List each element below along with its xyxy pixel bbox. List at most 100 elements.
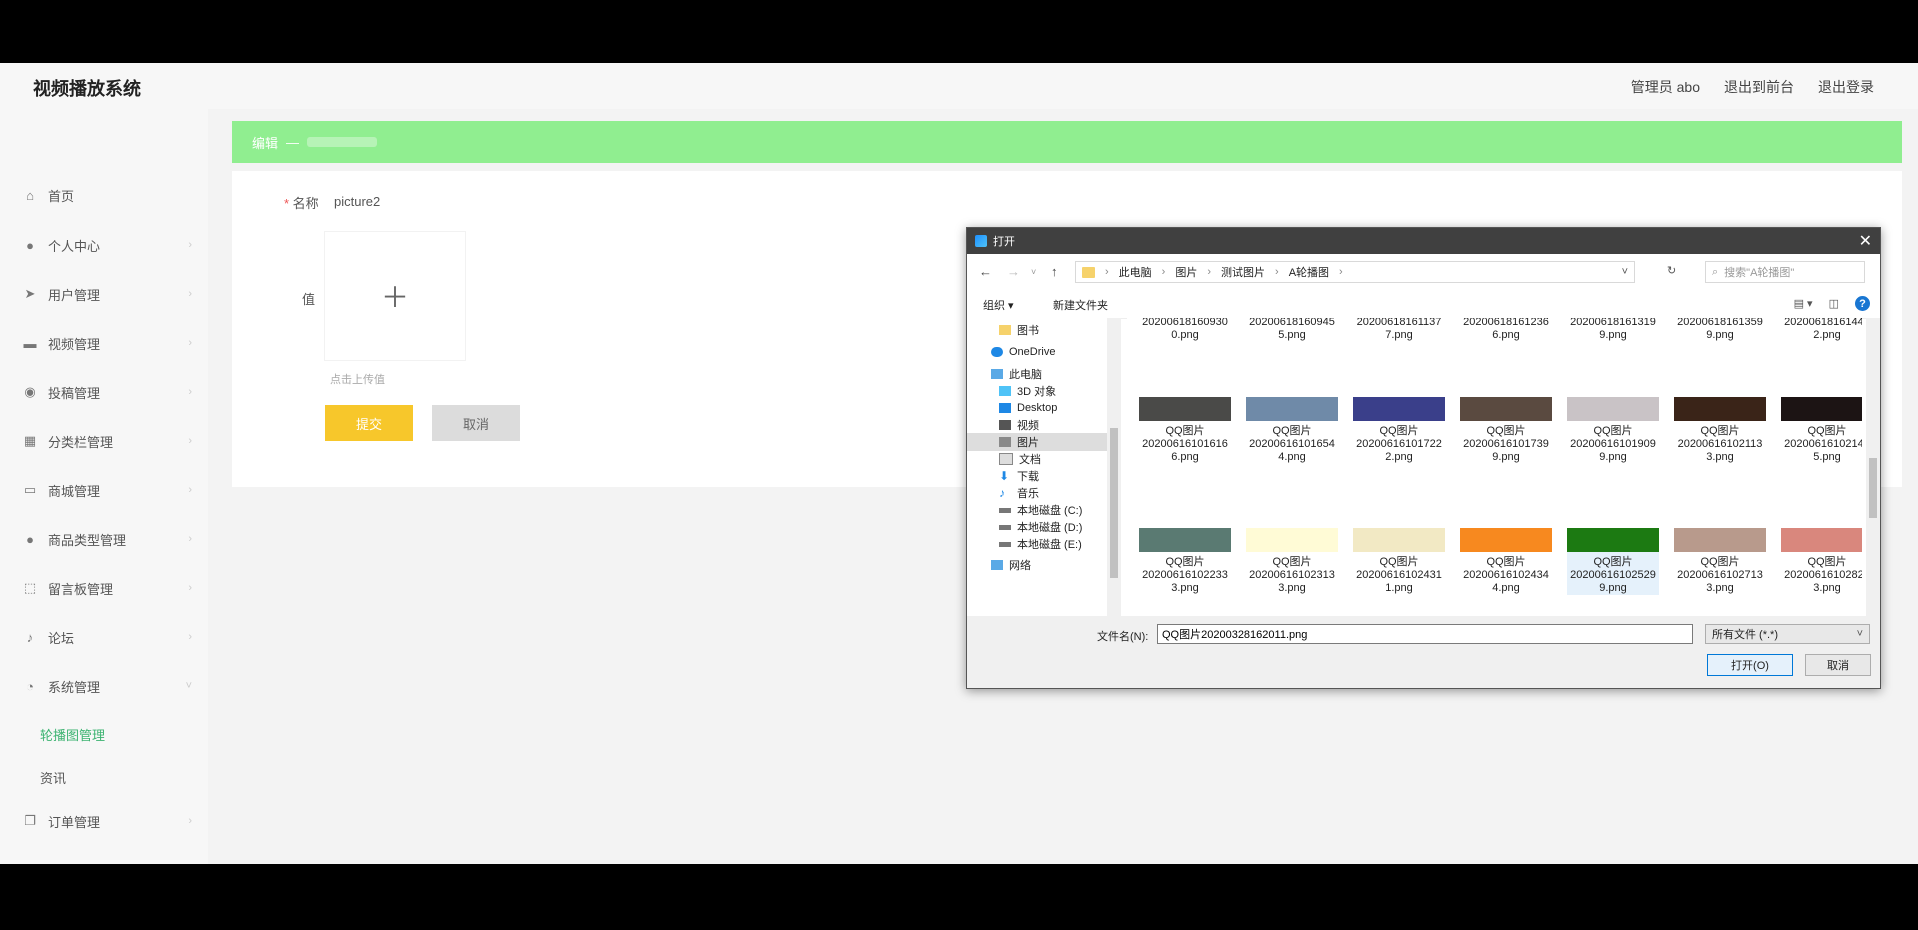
tree-item-downloads[interactable]: ⬇ 下载 [999,467,1039,485]
frame-icon: ⬚ [23,580,37,595]
search-icon: ⌕ [1712,265,1719,278]
search-box[interactable]: ⌕ 搜索"A轮播图" [1705,261,1865,283]
file-item[interactable]: 20200618160930 0.png [1139,318,1231,342]
network-icon [991,560,1003,570]
file-thumbnail [1246,397,1338,421]
path-segment[interactable]: A轮播图 [1289,264,1329,280]
file-grid: 20200618160930 0.png 20200618160945 5.png … [1127,318,1862,616]
file-item[interactable]: 20200618161319 9.png [1567,318,1659,342]
admin-user-link[interactable]: 管理员 abo [1631,77,1700,97]
file-item[interactable]: QQ图片 20200616101739 9.png [1460,397,1552,464]
tree-item-drive-c[interactable]: 本地磁盘 (C:) [999,501,1082,519]
file-item[interactable]: QQ图片 20200616102823 3.png [1781,528,1862,595]
file-item[interactable]: QQ图片 20200616101654 4.png [1246,397,1338,464]
tree-scrollbar[interactable] [1107,318,1121,616]
sidebar-subitem-news[interactable]: 资讯 [40,768,66,787]
file-item[interactable]: QQ图片 20200616102313 3.png [1246,528,1338,595]
app-icon [975,235,987,247]
picture-icon [999,437,1011,447]
recent-dropdown-icon[interactable]: ˅ [1031,267,1036,277]
home-icon: ⌂ [26,187,34,203]
file-item[interactable]: QQ图片 20200616102434 4.png [1460,528,1552,595]
sidebar-item-categories[interactable]: ▦ 分类栏管理 › [22,427,192,455]
up-arrow-icon[interactable]: ↑ [1051,264,1058,279]
tree-item-network[interactable]: 网络 [991,556,1031,574]
new-folder-button[interactable]: 新建文件夹 [1053,297,1108,313]
file-item[interactable]: 20200618161442 2.png [1781,318,1862,342]
back-arrow-icon[interactable]: ← [979,264,992,279]
tree-item-music[interactable]: ♪ 音乐 [999,484,1039,502]
tree-item-documents[interactable]: 文档 [999,450,1041,468]
file-item[interactable]: QQ图片 20200616102713 3.png [1674,528,1766,595]
path-segment[interactable]: 此电脑 [1119,264,1152,280]
view-options-icon[interactable]: ▤ ▾ [1794,297,1813,310]
refresh-icon[interactable]: ↻ [1667,264,1676,277]
file-item[interactable]: QQ图片 20200616102431 1.png [1353,528,1445,595]
sidebar-item-users[interactable]: ➤ 用户管理 › [22,280,192,308]
file-item-hovered[interactable]: QQ图片 20200616102529 9.png [1567,528,1659,595]
file-item[interactable]: 20200618161137 7.png [1353,318,1445,342]
monitor-icon: ▬ [23,335,37,351]
address-path[interactable]: › 此电脑 › 图片 › 测试图片 › A轮播图 › ˅ [1075,261,1635,283]
dialog-titlebar: 打开 ✕ [967,228,1880,254]
tree-item-onedrive[interactable]: OneDrive [991,343,1055,361]
tree-item-drive-e[interactable]: 本地磁盘 (E:) [999,535,1082,553]
file-item[interactable]: QQ图片 20200616101909 9.png [1567,397,1659,464]
cube-icon [999,386,1011,396]
logout-link[interactable]: 退出登录 [1818,77,1874,97]
file-grid-scrollbar[interactable] [1866,318,1880,616]
open-button[interactable]: 打开(O) [1707,654,1793,676]
help-icon[interactable]: ? [1855,296,1870,311]
sidebar-item-forum[interactable]: ♪ 论坛 › [22,623,192,651]
file-item[interactable]: QQ图片 20200616102113 3.png [1674,397,1766,464]
file-item[interactable]: QQ图片 20200616101616 6.png [1139,397,1231,464]
file-item[interactable]: QQ图片 20200616102233 3.png [1139,528,1231,595]
file-thumbnail [1674,397,1766,421]
cancel-button[interactable]: 取消 [432,405,520,441]
file-item[interactable]: 20200618161359 9.png [1674,318,1766,342]
sidebar-subitem-carousel[interactable]: 轮播图管理 [40,725,105,744]
tree-item-this-pc[interactable]: 此电脑 [991,365,1042,383]
plus-icon: ＋ [380,282,409,313]
close-icon[interactable]: ✕ [1859,231,1872,251]
filetype-select[interactable]: 所有文件 (*.*) ˅ [1705,624,1870,644]
submit-button[interactable]: 提交 [325,405,413,441]
sidebar: ⌂ 首页 ● 个人中心 › ➤ 用户管理 › ▬ 视频管理 › ◉ 投稿管理 › ▦ 分类栏管理 › … [0,109,208,864]
file-item[interactable]: 20200618161236 6.png [1460,318,1552,342]
file-open-dialog: 打开 ✕ ← → ˅ ↑ › 此电脑 › 图片 › 测试图片 › A轮播图 › … [966,227,1881,689]
path-segment[interactable]: 测试图片 [1221,264,1265,280]
file-item[interactable]: QQ图片 20200616101722 2.png [1353,397,1445,464]
path-dropdown-icon[interactable]: ˅ [1622,266,1628,278]
tree-item-drive-d[interactable]: 本地磁盘 (D:) [999,518,1082,536]
file-thumbnail [1781,528,1862,552]
sidebar-item-message-board[interactable]: ⬚ 留言板管理 › [22,574,192,602]
forward-arrow-icon[interactable]: → [1007,264,1020,279]
sidebar-item-personal[interactable]: ● 个人中心 › [22,231,192,259]
preview-pane-icon[interactable]: ◫ [1829,297,1839,310]
tree-item-desktop[interactable]: Desktop [999,399,1057,417]
sidebar-item-orders[interactable]: ❐ 订单管理 › [22,807,192,835]
breadcrumb-first[interactable]: 编辑 [252,133,278,152]
document-icon [999,453,1013,465]
organize-button[interactable]: 组织 ▾ [983,297,1014,313]
sidebar-item-videos[interactable]: ▬ 视频管理 › [22,329,193,357]
filename-input[interactable] [1157,624,1693,644]
sidebar-item-submissions[interactable]: ◉ 投稿管理 › [22,378,192,406]
dialog-cancel-button[interactable]: 取消 [1805,654,1871,676]
navigation-tree: 图书 OneDrive 此电脑 3D 对象 Desktop 视频 图片 文档 ⬇… [967,318,1107,616]
path-segment[interactable]: 图片 [1175,264,1197,280]
exit-to-frontend-link[interactable]: 退出到前台 [1724,77,1794,97]
tree-item-pictures[interactable]: 图片 [967,433,1107,451]
sidebar-item-home[interactable]: ⌂ 首页 [22,181,192,209]
name-input[interactable] [324,185,914,217]
image-uploader[interactable]: ＋ [324,231,466,361]
tree-item-3d-objects[interactable]: 3D 对象 [999,382,1056,400]
file-item[interactable]: QQ图片 20200616102145 5.png [1781,397,1862,464]
file-item[interactable]: 20200618160945 5.png [1246,318,1338,342]
tree-item-videos[interactable]: 视频 [999,416,1039,434]
folder-icon [999,325,1011,335]
tree-item-books[interactable]: 图书 [999,321,1039,339]
sidebar-item-product-types[interactable]: ● 商品类型管理 › [22,525,192,553]
sidebar-item-system[interactable]: ◔ 系统管理 ˅ [22,672,192,700]
sidebar-item-mall[interactable]: ▭ 商城管理 › [22,476,192,504]
